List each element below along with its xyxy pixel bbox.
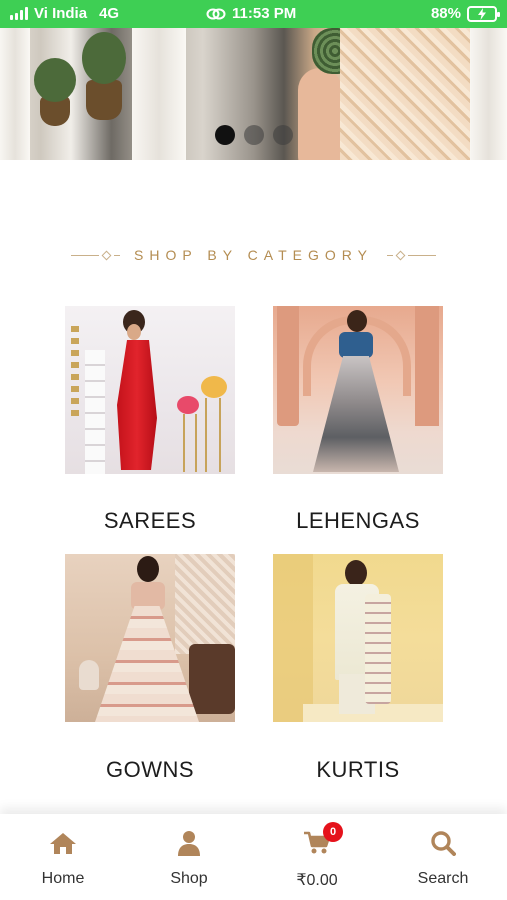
category-label-kurtis[interactable]: KURTIS <box>248 757 468 783</box>
heading-ornament-left <box>71 250 121 260</box>
wooden-chair <box>189 644 235 714</box>
cart-icon[interactable]: 0 <box>303 822 343 858</box>
nav-shop-label[interactable]: Shop <box>170 870 207 888</box>
gold-stand <box>183 414 197 472</box>
hero-pillar <box>0 28 30 160</box>
flower-vase <box>177 396 199 414</box>
floral-decor <box>71 326 79 416</box>
category-label-sarees[interactable]: SAREES <box>40 508 260 534</box>
carousel-dot[interactable] <box>244 125 264 145</box>
category-image-kurtis[interactable] <box>273 554 443 722</box>
nav-search[interactable]: Search <box>388 828 498 888</box>
battery-charging-icon <box>467 5 500 22</box>
category-card-kurtis[interactable] <box>273 554 443 722</box>
category-card-gowns[interactable] <box>65 554 235 722</box>
search-icon[interactable] <box>430 828 456 858</box>
hero-planter <box>86 80 122 120</box>
shop-by-category-heading: SHOP BY CATEGORY <box>134 247 373 263</box>
ladder-decor <box>85 350 105 474</box>
model-face <box>127 324 141 340</box>
nav-home-label[interactable]: Home <box>42 870 85 888</box>
status-left: Vi India 4G <box>10 5 119 22</box>
hero-pillar <box>132 28 186 160</box>
category-image-sarees[interactable] <box>65 306 235 474</box>
user-icon[interactable] <box>177 828 201 858</box>
arch-pillar <box>277 306 299 426</box>
category-card-lehengas[interactable] <box>273 306 443 474</box>
dupatta <box>365 594 391 704</box>
category-label-lehengas[interactable]: LEHENGAS <box>248 508 468 534</box>
gown-bodice <box>131 582 165 610</box>
window-lattice <box>175 554 235 654</box>
flower-vase <box>201 376 227 398</box>
hero-plant <box>82 32 126 84</box>
home-icon[interactable] <box>49 828 77 858</box>
carrier-name: Vi India <box>34 5 88 22</box>
status-bar: Vi India 4G 11:53 PM 88% <box>0 0 507 28</box>
carousel-dot[interactable] <box>273 125 293 145</box>
signal-icon <box>10 7 28 20</box>
hero-model-arm <box>298 68 342 160</box>
vase-decor <box>79 660 99 690</box>
model-hair <box>347 310 367 332</box>
nav-shop[interactable]: Shop <box>134 828 244 888</box>
red-saree <box>117 340 157 470</box>
link-icon <box>206 8 226 19</box>
cart-badge: 0 <box>323 822 343 842</box>
nav-home[interactable]: Home <box>8 828 118 888</box>
backdrop-panel <box>273 554 313 722</box>
hero-pillar <box>470 28 507 160</box>
gold-stand <box>205 398 221 472</box>
lehenga-blouse <box>339 332 373 358</box>
category-card-sarees[interactable] <box>65 306 235 474</box>
bottom-nav: Home Shop 0 ₹0.00 Search <box>0 814 507 900</box>
cart-total-label[interactable]: ₹0.00 <box>296 870 337 890</box>
clock: 11:53 PM <box>232 5 297 22</box>
model-hair <box>345 560 367 586</box>
nav-search-label[interactable]: Search <box>418 870 469 888</box>
status-center: 11:53 PM <box>206 5 296 22</box>
carousel-dot[interactable] <box>215 125 235 145</box>
carousel-dots <box>215 125 293 145</box>
category-image-gowns[interactable] <box>65 554 235 722</box>
section-heading: SHOP BY CATEGORY <box>0 244 507 266</box>
battery-percent: 88% <box>430 5 461 22</box>
arch-pillar <box>415 306 439 426</box>
category-image-lehengas[interactable] <box>273 306 443 474</box>
nav-cart[interactable]: 0 ₹0.00 <box>262 822 372 890</box>
heading-ornament-right <box>386 250 436 260</box>
hero-saree <box>340 28 470 160</box>
model-hair <box>137 556 159 582</box>
category-label-gowns[interactable]: GOWNS <box>40 757 260 783</box>
hero-plant <box>34 58 76 102</box>
network-type: 4G <box>99 5 120 22</box>
status-right: 88% <box>430 5 500 22</box>
